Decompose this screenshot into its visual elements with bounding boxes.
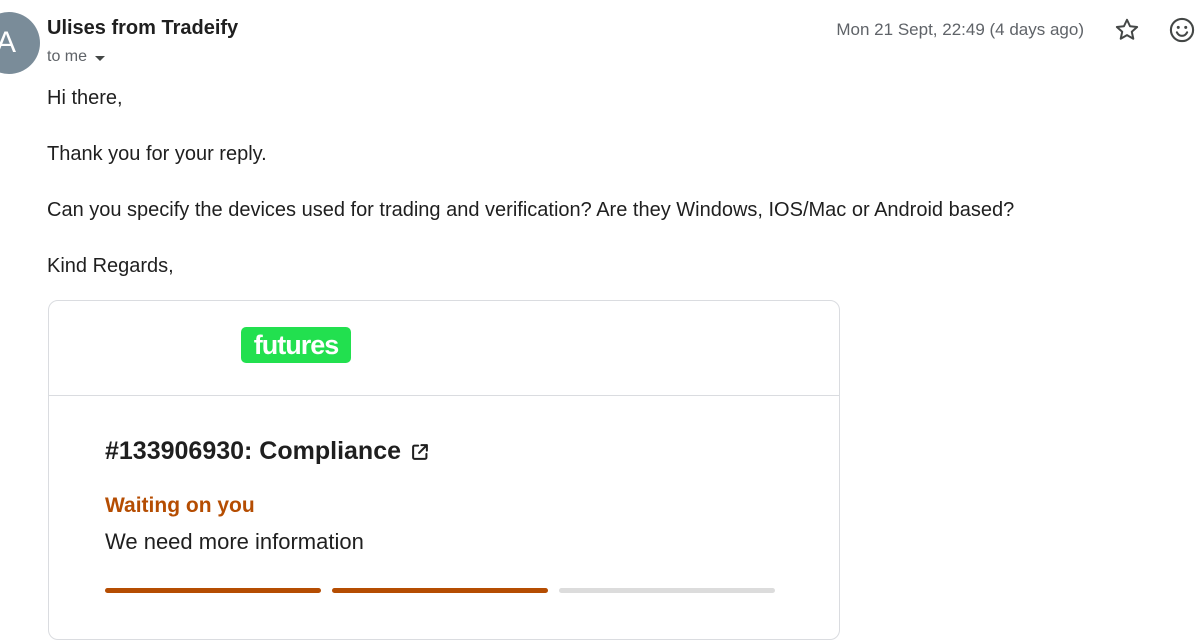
ticket-title: #133906930: Compliance bbox=[105, 437, 402, 465]
avatar[interactable]: A bbox=[0, 12, 40, 74]
star-icon bbox=[1115, 18, 1139, 40]
card-header: futures bbox=[49, 301, 839, 396]
add-reaction-button[interactable] bbox=[1168, 16, 1196, 44]
ticket-card: futures #133906930: Compliance Waiting o… bbox=[48, 300, 840, 640]
email-timestamp: Mon 21 Sept, 22:49 (4 days ago) bbox=[836, 20, 1084, 39]
ticket-progress-bar bbox=[105, 588, 775, 593]
progress-segment bbox=[559, 588, 775, 593]
star-button[interactable] bbox=[1113, 16, 1141, 44]
sender-name: Ulises from Tradeify bbox=[47, 17, 239, 39]
external-link-icon bbox=[412, 443, 428, 460]
email-closing: Kind Regards, bbox=[47, 255, 174, 277]
chevron-down-icon bbox=[95, 55, 106, 61]
progress-segment bbox=[105, 588, 321, 593]
email-greeting: Hi there, bbox=[47, 87, 123, 109]
ticket-title-link[interactable]: #133906930: Compliance bbox=[105, 437, 431, 466]
ticket-status: Waiting on you bbox=[105, 494, 255, 517]
recipient-details-toggle[interactable]: to me bbox=[47, 48, 106, 66]
ticket-status-description: We need more information bbox=[105, 529, 364, 554]
brand-logo: futures bbox=[241, 327, 351, 363]
email-body-line: Can you specify the devices used for tra… bbox=[47, 199, 1015, 221]
progress-segment bbox=[332, 588, 548, 593]
recipient-label: to me bbox=[47, 48, 88, 65]
emoji-icon bbox=[1169, 17, 1195, 43]
email-body-line: Thank you for your reply. bbox=[47, 143, 267, 165]
